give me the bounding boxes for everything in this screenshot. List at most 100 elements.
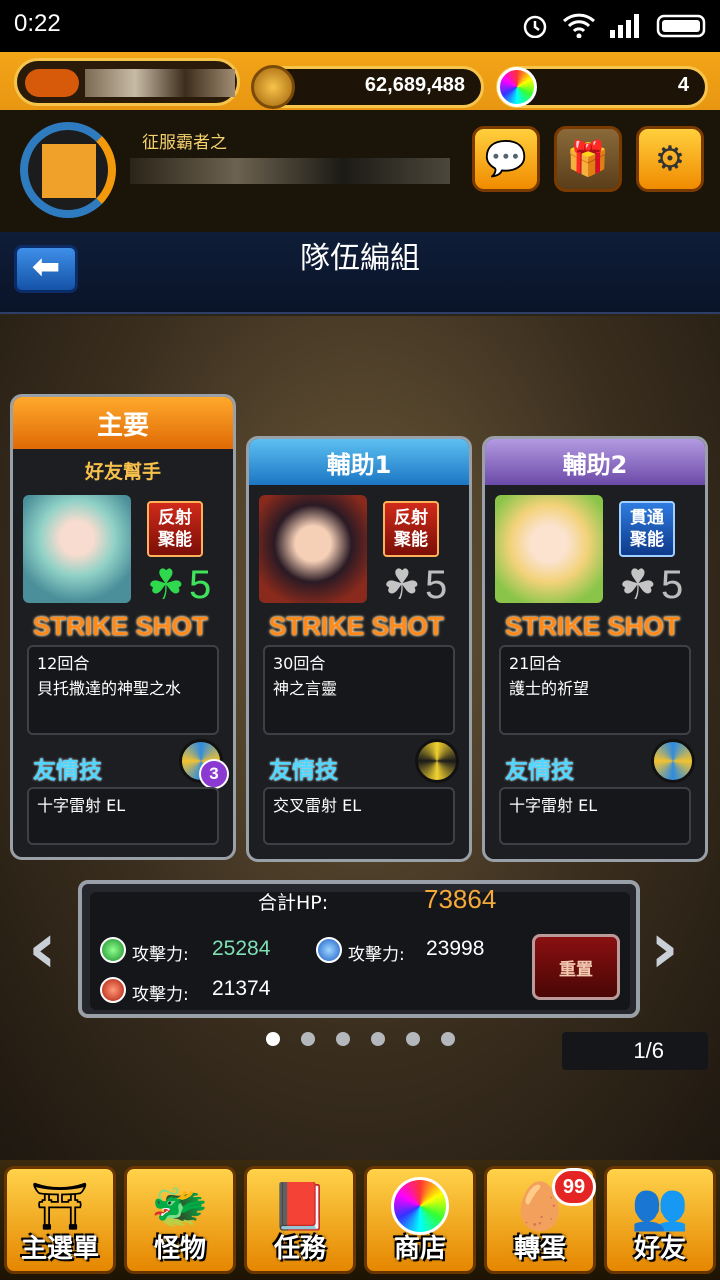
orb-counter[interactable]: 4 <box>496 66 708 108</box>
rank-badge <box>25 69 79 97</box>
ss-turns: 21回合 <box>509 654 562 673</box>
water-element-icon <box>316 937 342 963</box>
page-title: 隊伍編組 <box>300 241 420 276</box>
gift-icon: 🎁 <box>566 139 610 179</box>
ss-name: 神之言靈 <box>273 679 338 698</box>
nav-monsters[interactable]: 🐲 怪物 <box>124 1166 236 1274</box>
orb-icon <box>497 67 537 107</box>
nav-main-menu[interactable]: ⛩ 主選單 <box>4 1166 116 1274</box>
player-info-redacted <box>130 158 450 184</box>
luck-value: 5 <box>425 563 448 607</box>
status-time: 0:22 <box>14 10 61 37</box>
page-dot-3[interactable] <box>336 1032 350 1046</box>
monster-portrait[interactable] <box>23 495 131 603</box>
page-dot-6[interactable] <box>441 1032 455 1046</box>
page-dot-1[interactable] <box>266 1032 280 1046</box>
card-header: 主要 <box>13 397 233 449</box>
strike-shot-label: STRIKE SHOT <box>505 611 680 641</box>
friend-skill-icon <box>651 739 695 783</box>
friend-skill-icon <box>415 739 459 783</box>
nav-label: 主選單 <box>20 1234 99 1264</box>
ability-badge: 反射 聚能 <box>147 501 203 557</box>
speech-bubble-icon: 💬 <box>484 139 528 179</box>
battery-icon <box>656 14 706 38</box>
wood-element-icon <box>100 937 126 963</box>
clover-icon: ☘ <box>383 560 421 609</box>
status-bar: 0:22 <box>0 0 720 52</box>
settings-button[interactable]: ⚙ <box>636 126 704 192</box>
strike-shot-box: 21回合 護士的祈望 <box>499 645 691 735</box>
attack-label-wood: 攻擊力: <box>132 945 189 965</box>
wifi-icon <box>562 13 596 38</box>
total-hp-value: 73864 <box>424 884 497 914</box>
prev-team-arrow[interactable]: ‹ <box>28 913 57 983</box>
team-card-support-2[interactable]: 輔助2 貫通 聚能 ☘ 5 STRIKE SHOT 21回合 護士的祈望 友情技 … <box>482 436 708 862</box>
ss-turns: 12回合 <box>37 654 90 673</box>
team-card-support-1[interactable]: 輔助1 反射 聚能 ☘ 5 STRIKE SHOT 30回合 神之言靈 友情技 交… <box>246 436 472 862</box>
friend-skill-box: 交叉雷射 EL <box>263 787 455 845</box>
ability-badge: 貫通 聚能 <box>619 501 675 557</box>
attack-wood-value: 25284 <box>212 937 271 960</box>
alarm-icon <box>523 15 547 38</box>
total-hp-label: 合計HP: <box>258 892 329 914</box>
page-dot-4[interactable] <box>371 1032 385 1046</box>
page-dot-5[interactable] <box>406 1032 420 1046</box>
avatar[interactable] <box>20 122 116 218</box>
player-title: 征服霸者之 <box>142 133 227 153</box>
clover-icon: ☘ <box>147 560 185 609</box>
signal-icon <box>610 14 639 38</box>
page-dot-2[interactable] <box>301 1032 315 1046</box>
clover-icon: ☘ <box>619 560 657 609</box>
player-name-pill[interactable] <box>14 58 240 106</box>
attack-label-water: 攻擊力: <box>348 945 405 965</box>
nav-label: 轉蛋 <box>513 1234 566 1264</box>
orb-value: 4 <box>677 74 689 96</box>
luck-value: 5 <box>661 563 684 607</box>
card-header: 輔助2 <box>485 439 705 485</box>
monster-portrait[interactable] <box>259 495 367 603</box>
gacha-count-badge: 99 <box>552 1168 596 1206</box>
strike-shot-label: STRIKE SHOT <box>269 611 444 641</box>
luck-value: 5 <box>189 563 212 607</box>
nav-friends[interactable]: 👥 好友 <box>604 1166 716 1274</box>
friend-skill-label: 友情技 <box>505 758 574 784</box>
nav-quests[interactable]: 📕 任務 <box>244 1166 356 1274</box>
page-indicator: 1/6 <box>562 1032 708 1070</box>
strike-shot-box: 30回合 神之言靈 <box>263 645 455 735</box>
rainbow-orb-icon <box>391 1177 449 1235</box>
coin-counter[interactable]: 62,689,488 <box>251 65 484 109</box>
friend-skill-name: 交叉雷射 EL <box>273 796 362 815</box>
friend-skill-box: 十字雷射 EL <box>499 787 691 845</box>
gift-button[interactable]: 🎁 <box>554 126 622 192</box>
friend-skill-name: 十字雷射 EL <box>37 796 126 815</box>
nav-label: 商店 <box>393 1234 446 1264</box>
coin-icon <box>251 65 295 109</box>
attack-label-fire: 攻擊力: <box>132 985 189 1005</box>
gear-icon: ⚙ <box>654 139 686 179</box>
ss-turns: 30回合 <box>273 654 326 673</box>
friend-skill-level-badge: 3 <box>199 759 229 789</box>
strike-shot-label: STRIKE SHOT <box>33 611 208 641</box>
fire-element-icon <box>100 977 126 1003</box>
nav-label: 怪物 <box>153 1234 206 1264</box>
friend-skill-box: 十字雷射 EL <box>27 787 219 845</box>
coin-value: 62,689,488 <box>364 74 465 96</box>
chat-button[interactable]: 💬 <box>472 126 540 192</box>
nav-label: 任務 <box>273 1234 326 1264</box>
friend-skill-name: 十字雷射 EL <box>509 796 598 815</box>
nav-label: 好友 <box>633 1234 686 1264</box>
attack-water-value: 23998 <box>426 937 485 960</box>
nav-shop[interactable]: 商店 <box>364 1166 476 1274</box>
monster-portrait[interactable] <box>495 495 603 603</box>
friend-helper-label: 好友幫手 <box>84 461 161 483</box>
player-name-redacted <box>85 69 235 97</box>
card-header: 輔助1 <box>249 439 469 485</box>
reset-button[interactable]: 重置 <box>532 934 620 1000</box>
team-card-main[interactable]: 主要 好友幫手 反射 聚能 ☘ 5 STRIKE SHOT 12回合 貝托撒達的神… <box>10 394 236 860</box>
ss-name: 護士的祈望 <box>509 679 590 698</box>
friend-skill-label: 友情技 <box>269 758 338 784</box>
attack-fire-value: 21374 <box>212 977 271 1000</box>
next-team-arrow[interactable]: › <box>650 913 679 983</box>
ss-name: 貝托撒達的神聖之水 <box>37 679 182 698</box>
ability-badge: 反射 聚能 <box>383 501 439 557</box>
